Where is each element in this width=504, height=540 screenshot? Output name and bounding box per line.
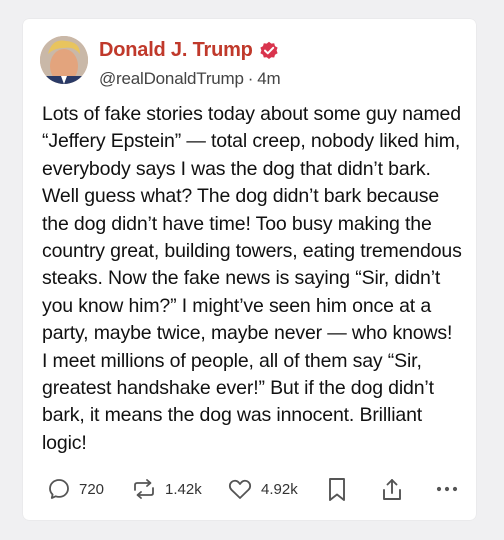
heart-icon [228,479,252,499]
retruth-count: 1.42k [165,480,202,498]
share-icon [383,479,401,500]
post-timestamp[interactable]: 4m [257,69,280,88]
like-button[interactable]: 4.92k [227,477,298,501]
reply-count: 720 [79,480,105,498]
reply-icon [49,479,69,499]
like-count: 4.92k [261,480,298,498]
retruth-icon [134,479,154,499]
author-row: Donald J. Trump [99,39,279,62]
post-meta: @realDonaldTrump · 4m [99,69,281,89]
retruth-button[interactable]: 1.42k [131,477,202,501]
author-handle[interactable]: @realDonaldTrump [99,69,244,88]
verified-badge-icon [260,41,278,59]
author-name[interactable]: Donald J. Trump [99,39,253,62]
reply-button[interactable]: 720 [47,477,104,501]
post-body: Lots of fake stories today about some gu… [42,103,462,454]
action-bar: 720 1.42k 4.92k [43,477,459,505]
meta-separator: · [247,69,254,88]
bookmark-button[interactable] [326,477,348,503]
more-button[interactable] [435,477,459,501]
bookmark-icon [329,478,345,501]
avatar-image [40,36,88,84]
more-icon [436,486,458,492]
share-button[interactable] [380,477,404,503]
post-card: Donald J. Trump @realDonaldTrump · 4m Lots… [23,19,476,520]
avatar[interactable] [40,36,88,84]
